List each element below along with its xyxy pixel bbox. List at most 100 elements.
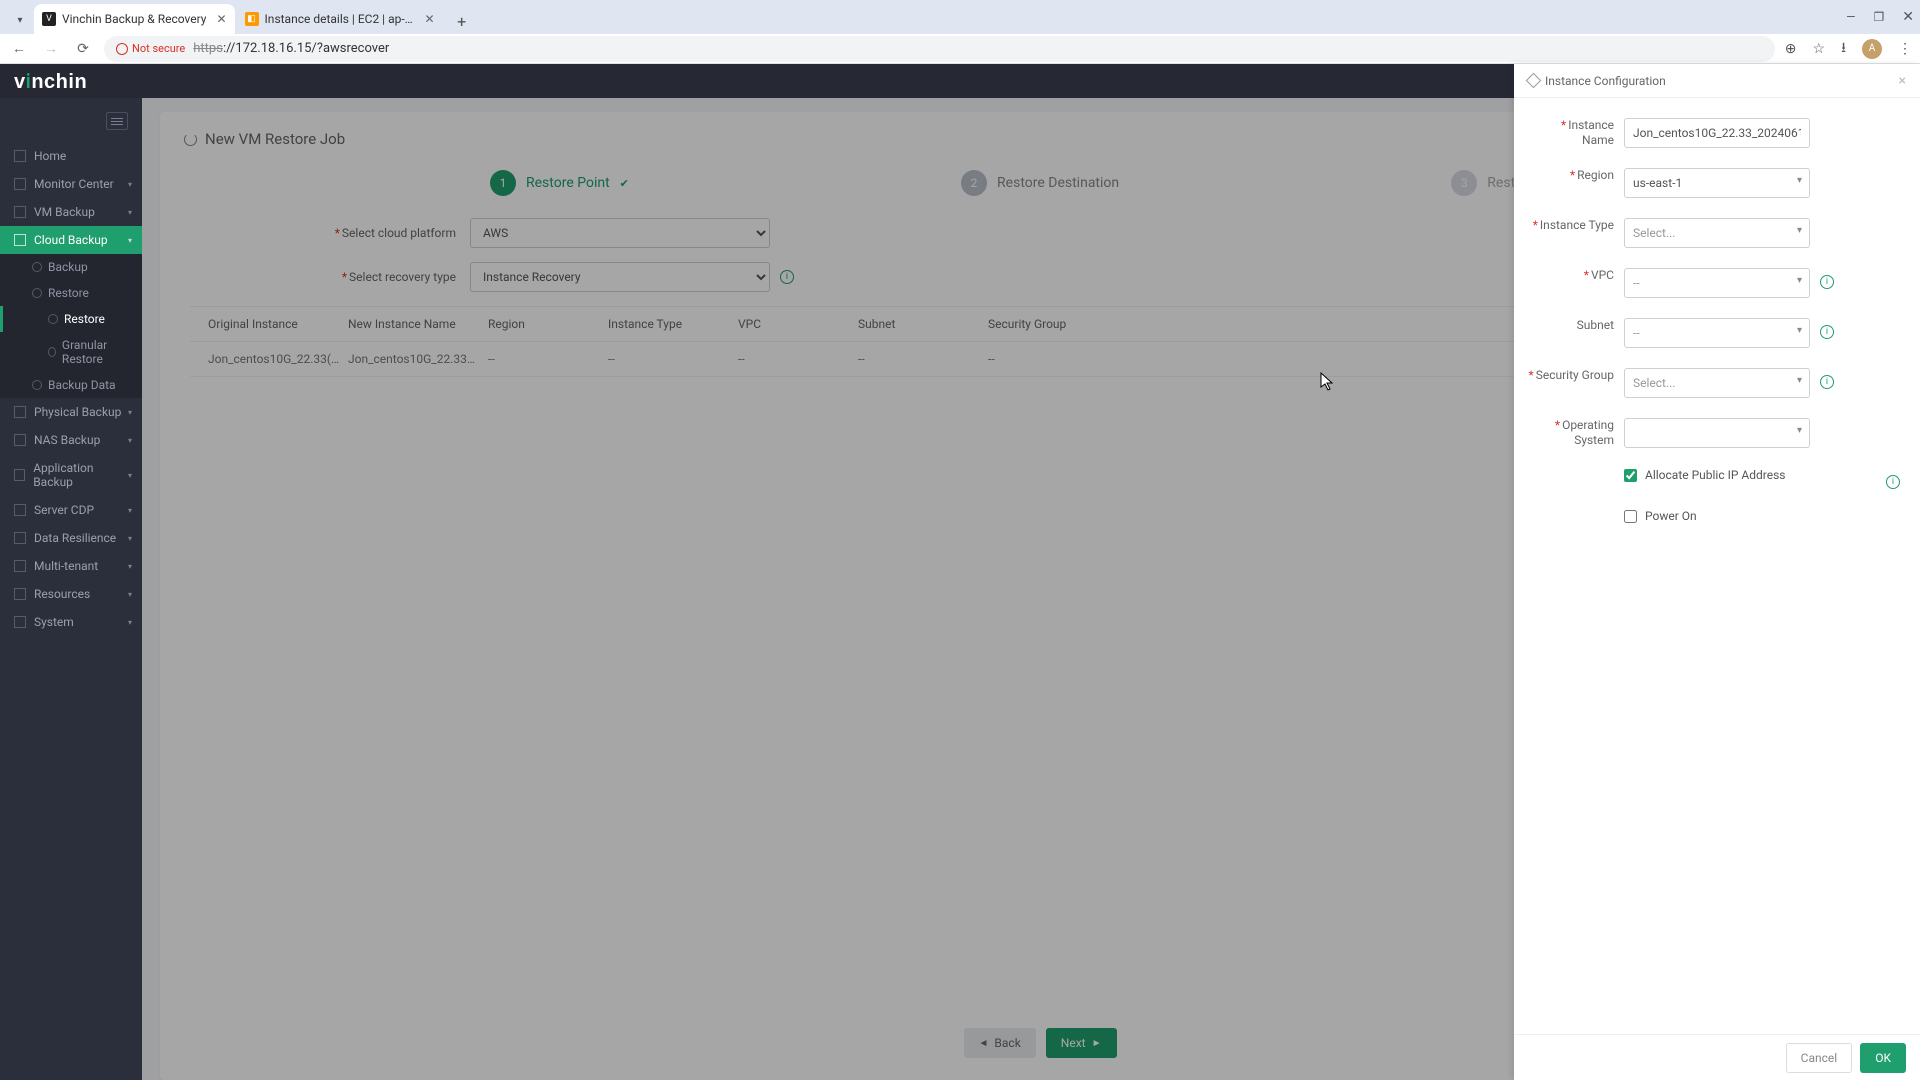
sidebar-item-tenant[interactable]: Multi-tenant ▾	[0, 552, 142, 580]
sidebar-sub-granular[interactable]: Granular Restore	[0, 332, 142, 372]
chevron-down-icon: ▾	[128, 471, 132, 480]
url-text: ://172.18.16.15/?awsrecover	[223, 41, 389, 56]
sidebar-item-home[interactable]: Home	[0, 142, 142, 170]
sidebar-label: Restore	[48, 286, 89, 300]
tab-title: Instance details | EC2 | ap-so	[265, 12, 415, 26]
sidebar-item-resources[interactable]: Resources ▾	[0, 580, 142, 608]
tab-close-icon[interactable]: ✕	[425, 12, 435, 26]
sidebar-item-nas[interactable]: NAS Backup▾	[0, 426, 142, 454]
info-icon[interactable]: i	[1820, 275, 1834, 289]
window-close-icon[interactable]: ✕	[1902, 9, 1914, 25]
nav-forward-icon[interactable]: →	[40, 40, 62, 57]
dot-icon	[32, 380, 42, 390]
subnet-select[interactable]: --	[1624, 318, 1810, 348]
region-select[interactable]: us-east-1	[1624, 168, 1810, 198]
nav-reload-icon[interactable]: ⟳	[72, 41, 94, 57]
cancel-button[interactable]: Cancel	[1786, 1043, 1853, 1073]
sidebar-label: Restore	[64, 312, 105, 326]
sidebar-sub-restore[interactable]: Restore	[0, 280, 142, 306]
power-on-checkbox[interactable]	[1624, 510, 1637, 523]
browser-tab[interactable]: ◧ Instance details | EC2 | ap-so ✕	[237, 4, 443, 34]
tab-close-icon[interactable]: ✕	[216, 12, 226, 26]
instance-type-select[interactable]: Select...	[1624, 218, 1810, 248]
field-label: Security Group	[1536, 368, 1614, 382]
security-group-select[interactable]: Select...	[1624, 368, 1810, 398]
sidebar-label: Multi-tenant	[34, 559, 98, 573]
panel-title: Instance Configuration	[1545, 74, 1666, 88]
field-label: VPC	[1591, 268, 1614, 282]
instance-config-panel: Instance Configuration × *Instance Name …	[1514, 64, 1920, 1080]
sidebar-label: Monitor Center	[34, 177, 114, 191]
chevron-down-icon: ▾	[128, 208, 132, 217]
tab-title: Vinchin Backup & Recovery	[62, 12, 206, 26]
tab-strip: ▾ V Vinchin Backup & Recovery ✕ ◧ Instan…	[0, 0, 1920, 34]
new-tab-button[interactable]: +	[449, 8, 475, 34]
sidebar-item-system[interactable]: System▾	[0, 608, 142, 636]
kebab-menu-icon[interactable]: ⋮	[1898, 41, 1912, 57]
window-maximize-icon[interactable]: ❐	[1874, 10, 1885, 24]
sidebar-label: Resources	[34, 587, 90, 601]
info-icon[interactable]: i	[1820, 375, 1834, 389]
sidebar-label: Backup Data	[48, 378, 116, 392]
alloc-ip-checkbox[interactable]	[1624, 469, 1637, 482]
sidebar-item-vmbackup[interactable]: VM Backup▾	[0, 198, 142, 226]
info-icon[interactable]: i	[1886, 475, 1900, 489]
sidebar: Home Monitor Center▾ VM Backup▾ Cloud Ba…	[0, 98, 142, 1080]
field-instance-name: *Instance Name	[1528, 118, 1906, 148]
sidebar-label: Server CDP	[34, 503, 94, 517]
window-minimize-icon[interactable]: —	[1846, 10, 1855, 24]
field-os: *Operating System	[1528, 418, 1906, 448]
checkbox-label: Power On	[1645, 509, 1697, 523]
sidebar-item-monitor[interactable]: Monitor Center▾	[0, 170, 142, 198]
vpc-select[interactable]: --	[1624, 268, 1810, 298]
dot-icon	[48, 314, 58, 324]
cloud-icon	[14, 234, 26, 246]
dot-icon	[32, 262, 42, 272]
downloads-icon[interactable]: ⭳	[1841, 37, 1846, 61]
server-icon	[14, 406, 26, 418]
field-label: Instance Name	[1568, 118, 1614, 147]
favicon-icon: ◧	[245, 12, 259, 26]
url-field[interactable]: Not secure https://172.18.16.15/?awsreco…	[104, 36, 1775, 62]
profile-avatar[interactable]: A	[1862, 39, 1882, 59]
sidebar-sub-cloud: Backup Restore Restore Granular Restore …	[0, 254, 142, 398]
sidebar-item-physical[interactable]: Physical Backup▾	[0, 398, 142, 426]
browser-chrome: ▾ V Vinchin Backup & Recovery ✕ ◧ Instan…	[0, 0, 1920, 64]
sidebar-item-cdp[interactable]: Server CDP▾	[0, 496, 142, 524]
sidebar-toggle-icon[interactable]	[106, 112, 128, 130]
bookmark-icon[interactable]: ☆	[1813, 41, 1826, 57]
button-label: OK	[1875, 1051, 1891, 1065]
chevron-down-icon: ▾	[128, 590, 132, 599]
sidebar-item-resilience[interactable]: Data Resilience ▾	[0, 524, 142, 552]
nav-back-icon[interactable]: ←	[8, 40, 30, 57]
chevron-down-icon: ▾	[128, 618, 132, 627]
panel-body: *Instance Name *Region us-east-1 *Instan…	[1514, 98, 1920, 1034]
address-bar: ← → ⟳ Not secure https://172.18.16.15/?a…	[0, 34, 1920, 64]
chevron-down-icon: ▾	[128, 236, 132, 245]
sidebar-label: Data Resilience	[34, 531, 116, 545]
panel-header: Instance Configuration ×	[1514, 64, 1920, 98]
sidebar-sub-restore-restore[interactable]: Restore	[0, 306, 142, 332]
ok-button[interactable]: OK	[1860, 1043, 1906, 1073]
sidebar-label: Application Backup	[33, 461, 128, 489]
sidebar-item-application[interactable]: Application Backup▾	[0, 454, 142, 496]
nas-icon	[14, 434, 26, 446]
chevron-down-icon: ▾	[128, 436, 132, 445]
panel-close-icon[interactable]: ×	[1899, 73, 1906, 89]
sidebar-sub-backup[interactable]: Backup	[0, 254, 142, 280]
chevron-down-icon: ▾	[128, 534, 132, 543]
instance-name-input[interactable]	[1624, 118, 1810, 148]
sidebar-item-cloudbackup[interactable]: Cloud Backup▾	[0, 226, 142, 254]
field-subnet: Subnet -- i	[1528, 318, 1906, 348]
tabs-dropdown-icon[interactable]: ▾	[6, 6, 34, 34]
checkbox-label: Allocate Public IP Address	[1645, 468, 1785, 482]
browser-tab-active[interactable]: V Vinchin Backup & Recovery ✕	[34, 4, 235, 34]
zoom-icon[interactable]: ⊕	[1785, 41, 1797, 57]
field-label: Region	[1577, 168, 1614, 182]
os-select[interactable]	[1624, 418, 1810, 448]
field-label: Operating System	[1562, 418, 1614, 447]
field-label: Subnet	[1577, 318, 1614, 332]
info-icon[interactable]: i	[1820, 325, 1834, 339]
sidebar-sub-backupdata[interactable]: Backup Data	[0, 372, 142, 398]
chevron-down-icon: ▾	[128, 562, 132, 571]
